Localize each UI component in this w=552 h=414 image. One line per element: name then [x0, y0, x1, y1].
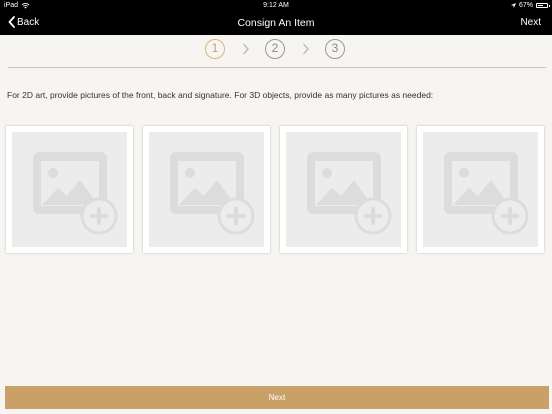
- location-icon: [510, 3, 516, 8]
- add-photo-icon: [33, 152, 118, 235]
- photo-placeholder: [423, 132, 538, 247]
- photo-placeholder: [286, 132, 401, 247]
- add-photo-icon: [307, 152, 392, 235]
- page-title: Consign An Item: [237, 17, 315, 29]
- photo-slot-2[interactable]: [143, 126, 270, 253]
- status-right: 67%: [510, 2, 550, 9]
- photo-placeholder: [149, 132, 264, 247]
- status-time: 9:12 AM: [263, 2, 289, 9]
- photo-slot-4[interactable]: [417, 126, 544, 253]
- step-2: 2: [265, 39, 285, 59]
- navigation-bar: Back Consign An Item Next: [0, 12, 552, 35]
- step-1: 1: [205, 39, 225, 59]
- battery-percent: 67%: [518, 2, 533, 9]
- chevron-right-icon: [303, 43, 309, 55]
- photo-slot-3[interactable]: [280, 126, 407, 253]
- battery-icon: [536, 3, 550, 8]
- status-bar: iPad 9:12 AM 67%: [0, 0, 552, 12]
- instruction-text: For 2D art, provide pictures of the fron…: [7, 90, 434, 100]
- nav-next-button[interactable]: Next: [520, 17, 541, 28]
- photo-placeholder: [12, 132, 127, 247]
- divider: [8, 67, 546, 68]
- step-indicator: 1 2 3: [0, 38, 552, 62]
- add-photo-icon: [444, 152, 529, 235]
- battery-fill: [538, 5, 544, 6]
- photo-slot-1[interactable]: [6, 126, 133, 253]
- add-photo-icon: [170, 152, 255, 235]
- next-button[interactable]: Next: [5, 386, 549, 409]
- step-3: 3: [325, 39, 345, 59]
- chevron-right-icon: [243, 43, 249, 55]
